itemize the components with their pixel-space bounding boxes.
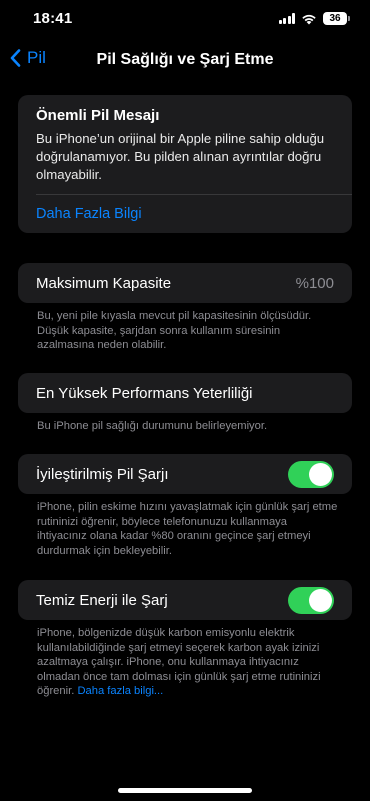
battery-level: 36: [323, 12, 347, 25]
peak-performance-footnote: Bu iPhone pil sağlığı durumunu belirleye…: [37, 420, 268, 432]
battery-message-body: Bu iPhone’un orijinal bir Apple piline s…: [36, 131, 325, 182]
optimized-charging-footnote: iPhone, pilin eskime hızını yavaşlatmak …: [37, 501, 338, 557]
home-indicator[interactable]: [118, 788, 252, 793]
maximum-capacity-label: Maksimum Kapasite: [36, 274, 172, 292]
status-icons: 36: [278, 12, 350, 25]
maximum-capacity-row: Maksimum Kapasite %100: [18, 263, 352, 303]
clean-energy-label: Temiz Enerji ile Şarj: [36, 591, 168, 609]
peak-performance-row: En Yüksek Performans Yeterliliği: [18, 373, 352, 413]
battery-message-card: Önemli Pil Mesajı Bu iPhone’un orijinal …: [18, 95, 352, 233]
navigation-bar: Pil Pil Sağlığı ve Şarj Etme: [0, 44, 370, 76]
page-title: Pil Sağlığı ve Şarj Etme: [96, 51, 274, 68]
peak-performance-label: En Yüksek Performans Yeterliliği: [36, 384, 253, 402]
status-bar: 18:41 36: [0, 0, 370, 40]
maximum-capacity-value: %100: [295, 274, 334, 292]
cellular-signal-icon: [278, 13, 295, 24]
status-time: 18:41: [33, 10, 73, 27]
clean-energy-learn-more-link[interactable]: Daha fazla bilgi...: [77, 685, 163, 697]
clean-energy-row: Temiz Enerji ile Şarj: [18, 580, 352, 620]
optimized-charging-toggle[interactable]: [288, 460, 334, 488]
optimized-charging-row: İyileştirilmiş Pil Şarjı: [18, 454, 352, 494]
battery-icon: 36: [323, 12, 350, 25]
learn-more-link[interactable]: Daha Fazla Bilgi: [18, 195, 352, 233]
clean-energy-footnote: iPhone, bölgenizde düşük karbon emisyonl…: [37, 626, 339, 699]
maximum-capacity-footnote: Bu, yeni pile kıyasla mevcut pil kapasit…: [37, 310, 312, 351]
wifi-icon: [301, 13, 317, 25]
optimized-charging-label: İyileştirilmiş Pil Şarjı: [36, 465, 169, 483]
battery-message-title: Önemli Pil Mesajı: [36, 107, 160, 124]
clean-energy-toggle[interactable]: [288, 586, 334, 614]
